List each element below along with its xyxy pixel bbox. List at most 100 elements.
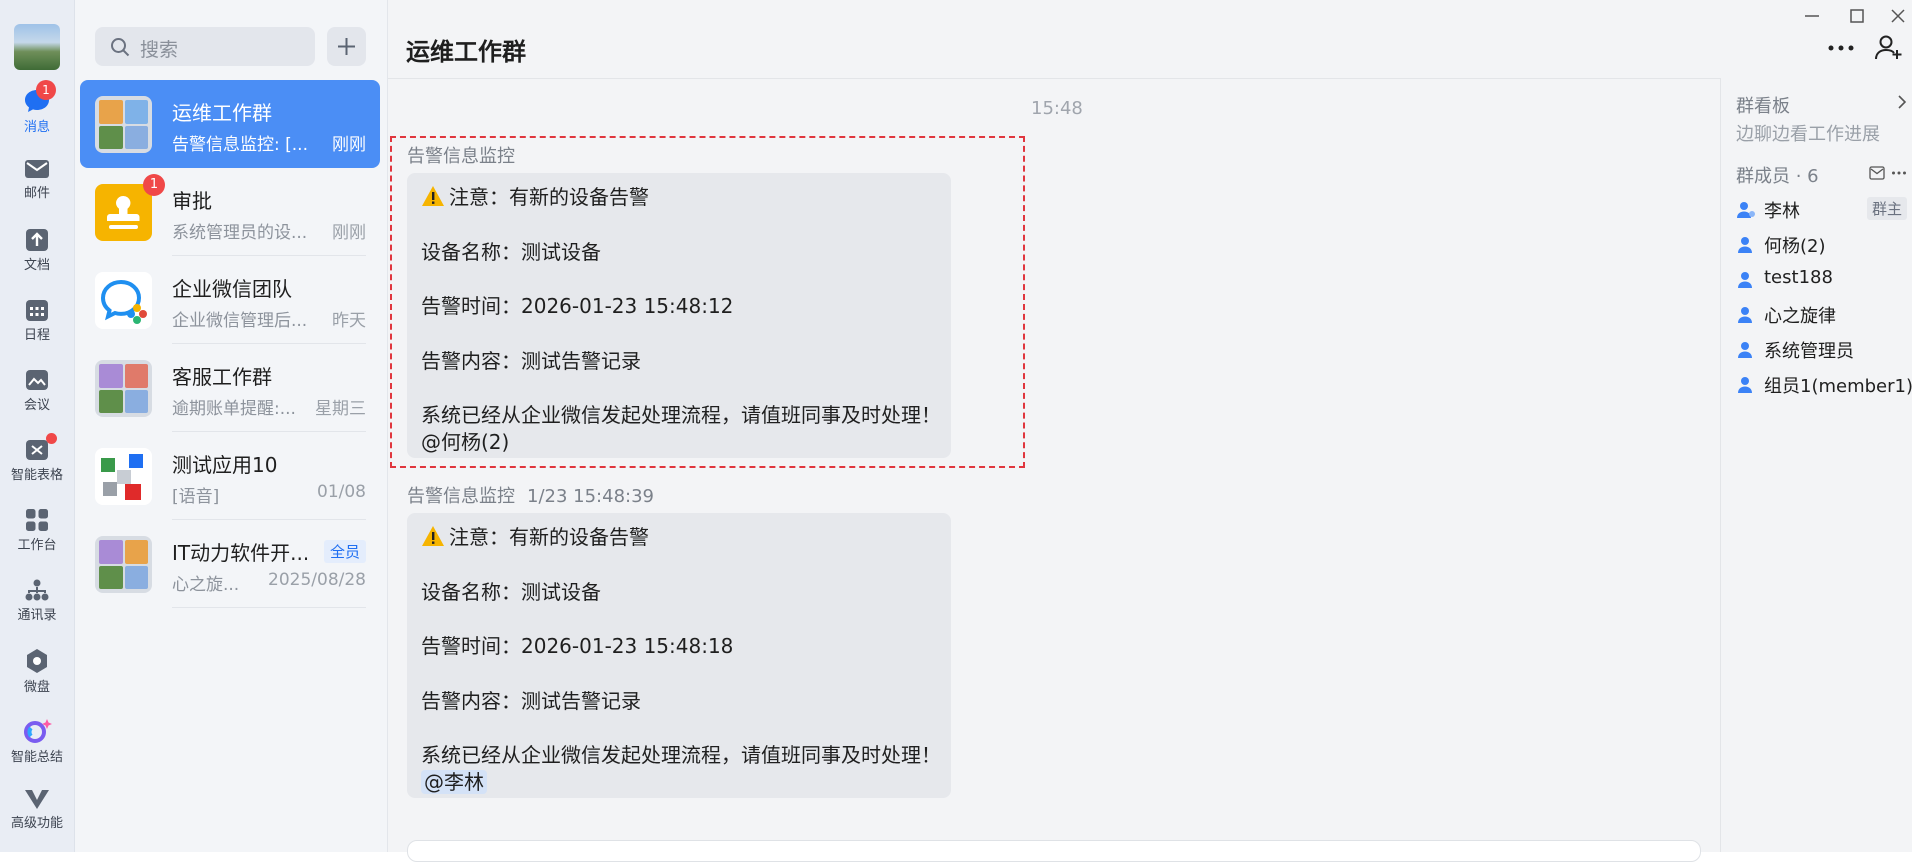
person-icon [1738, 237, 1752, 253]
nav-calendar[interactable]: 日程 [0, 290, 74, 352]
conversation-item[interactable]: 运维工作群 告警信息监控: [... 刚刚 [80, 80, 380, 168]
nav-label: 智能表格 [10, 468, 63, 483]
chevron-right-icon [1898, 95, 1907, 109]
contacts-icon [25, 579, 49, 601]
highlight-box [390, 136, 1025, 468]
message-line: 告警内容：测试告警记录 [421, 689, 641, 713]
smart-sheet-icon [26, 440, 48, 460]
member-name: 心之旋律 [1764, 306, 1836, 327]
ai-summary-icon [24, 719, 52, 743]
search-input[interactable]: 搜索 [95, 27, 315, 66]
conversation-preview: 企业微信管理后... [172, 311, 308, 331]
conversation-item[interactable]: 客服工作群 逾期账单提醒:... 星期三 [80, 344, 380, 432]
wecom-team-icon [95, 272, 152, 329]
nav-label: 邮件 [23, 186, 50, 201]
mention[interactable]: @李林 [421, 766, 487, 795]
conversation-name: 企业微信团队 [172, 277, 292, 301]
more-button[interactable] [1826, 38, 1856, 58]
maximize-icon [1850, 9, 1864, 23]
conversation-time: 星期三 [315, 399, 366, 419]
message-line: 系统已经从企业微信发起处理流程，请值班同事及时处理！ [421, 743, 941, 767]
nav-messages[interactable]: 1 消息 [0, 80, 74, 142]
conversation-preview: [语音] [172, 487, 220, 507]
unread-badge: 1 [143, 174, 165, 196]
member-name: test188 [1764, 267, 1833, 288]
document-icon [26, 229, 48, 251]
nav-label: 消息 [23, 120, 50, 135]
person-icon [1738, 342, 1752, 358]
search-placeholder: 搜索 [140, 39, 179, 61]
conversation-item[interactable]: 测试应用10 [语音] 01/08 [80, 432, 380, 520]
nav-label: 通讯录 [17, 608, 57, 623]
meeting-icon [26, 370, 48, 390]
nav-label: 微盘 [23, 680, 50, 695]
group-board[interactable]: 群看板 边聊边看工作进展 [1736, 92, 1907, 145]
conversation-time: 2025/08/28 [268, 570, 366, 590]
nav-meeting[interactable]: 会议 [0, 360, 74, 422]
premium-icon [25, 790, 49, 809]
conversation-name: IT动力软件开... [172, 541, 307, 565]
conversation-time: 刚刚 [332, 135, 366, 155]
more-dots-icon [1828, 45, 1854, 51]
conversation-name: 客服工作群 [172, 365, 272, 389]
messages-badge: 1 [36, 80, 56, 100]
person-icon [1738, 377, 1752, 393]
conversation-name: 审批 [172, 189, 212, 213]
message-line: 告警时间：2026-01-23 15:48:18 [421, 634, 734, 658]
group-avatar [95, 360, 152, 417]
message-sender: 告警信息监控 1/23 15:48:39 [407, 486, 654, 507]
person-icon [1738, 272, 1752, 288]
member-name: 组员1(member1) [1764, 376, 1912, 397]
user-avatar[interactable] [14, 24, 60, 70]
plus-icon [338, 38, 355, 55]
conversation-name: 测试应用10 [172, 453, 278, 477]
message-line: 注意：有新的设备告警 [421, 521, 649, 550]
add-button[interactable] [327, 27, 366, 66]
minimize-button[interactable] [1800, 6, 1824, 26]
nav-mail[interactable]: 邮件 [0, 150, 74, 212]
close-button[interactable] [1886, 6, 1910, 26]
notification-dot [46, 433, 57, 444]
approval-icon [95, 184, 152, 241]
conversation-preview: 逾期账单提醒:... [172, 399, 296, 419]
message-bubble[interactable]: 注意：有新的设备告警 设备名称：测试设备 告警时间：2026-01-23 15:… [407, 513, 951, 798]
nav-label: 工作台 [17, 538, 57, 553]
nav-contacts[interactable]: 通讯录 [0, 570, 74, 632]
nav-ai-summary[interactable]: 智能总结 [0, 710, 74, 772]
mail-icon [25, 160, 49, 178]
search-icon [111, 38, 130, 57]
group-info-panel: 群看板 边聊边看工作进展 群成员 · 6 李林 群主 何杨(2) test188… [1720, 78, 1912, 852]
left-nav-rail: 1 消息 邮件 文档 日程 会议 智能表格 工作台 通讯录 微盘 智能总结 高级… [0, 0, 75, 852]
conversation-preview: 告警信息监控: [... [172, 135, 308, 155]
group-avatar [95, 536, 152, 593]
more-dots-icon[interactable] [1891, 170, 1907, 176]
mail-icon[interactable] [1869, 166, 1885, 180]
conversation-time: 刚刚 [332, 223, 366, 243]
message-line: 设备名称：测试设备 [421, 580, 601, 604]
message-input[interactable] [407, 840, 1701, 862]
nav-label: 智能总结 [10, 750, 63, 765]
conversation-item[interactable]: 1 审批 系统管理员的设... 刚刚 [80, 168, 380, 256]
board-subtitle: 边聊边看工作进展 [1736, 124, 1880, 145]
nav-docs[interactable]: 文档 [0, 220, 74, 282]
maximize-button[interactable] [1845, 6, 1869, 26]
nav-label: 日程 [23, 328, 50, 343]
board-title: 群看板 [1736, 96, 1790, 117]
conversation-item[interactable]: IT动力软件开... 全员 心之旋... 2025/08/28 [80, 520, 380, 608]
conversation-item[interactable]: 企业微信团队 企业微信管理后... 昨天 [80, 256, 380, 344]
drive-icon [27, 649, 47, 673]
nav-premium[interactable]: 高级功能 [0, 780, 74, 842]
chat-header [388, 0, 1912, 79]
group-avatar [95, 96, 152, 153]
conversation-preview: 系统管理员的设... [172, 223, 308, 243]
conversation-time: 昨天 [332, 311, 366, 331]
member-name: 李林 [1764, 201, 1800, 222]
nav-smart-sheet[interactable]: 智能表格 [0, 430, 74, 492]
conversation-time: 01/08 [317, 482, 366, 502]
close-icon [1891, 9, 1905, 23]
add-member-button[interactable] [1874, 34, 1904, 62]
nav-workbench[interactable]: 工作台 [0, 500, 74, 562]
nav-drive[interactable]: 微盘 [0, 640, 74, 702]
conversation-name: 运维工作群 [172, 101, 272, 125]
owner-person-icon [1737, 202, 1755, 218]
